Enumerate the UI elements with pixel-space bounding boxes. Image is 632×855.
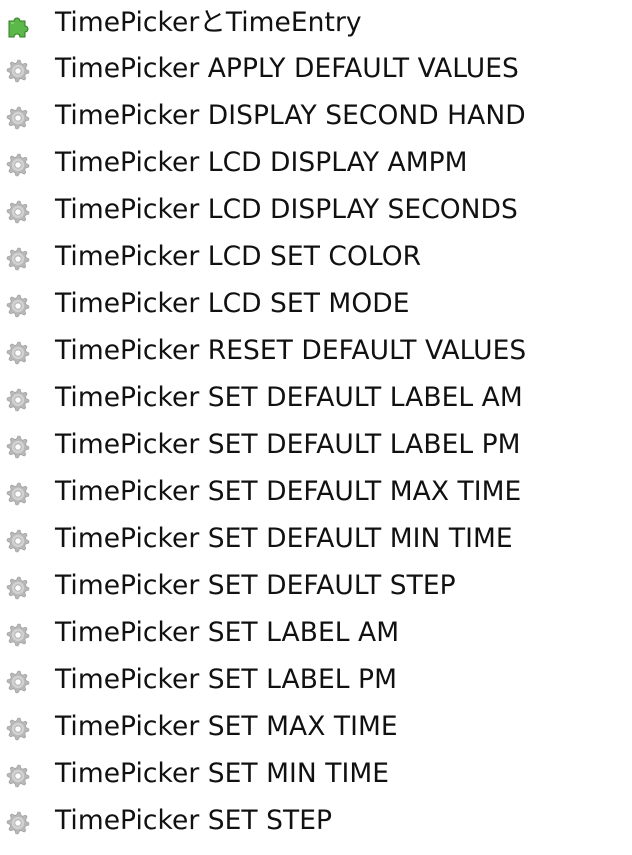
tree-item-command[interactable]: TimePicker SET DEFAULT MIN TIME <box>0 517 632 564</box>
tree-item-label: TimePicker LCD SET MODE <box>55 288 410 320</box>
tree-item-command[interactable]: TimePicker LCD DISPLAY AMPM <box>0 141 632 188</box>
tree-item-command[interactable]: TimePicker LCD SET COLOR <box>0 235 632 282</box>
gear-icon <box>5 763 31 789</box>
tree-item-label: TimePicker LCD DISPLAY AMPM <box>55 147 468 179</box>
puzzle-piece-icon <box>5 12 31 38</box>
gear-icon <box>5 152 31 178</box>
gear-icon <box>5 669 31 695</box>
tree-item-label: TimePicker SET DEFAULT MIN TIME <box>55 523 513 555</box>
gear-icon <box>5 716 31 742</box>
tree-item-label: TimePicker SET DEFAULT STEP <box>55 570 456 602</box>
tree-item-label: TimePicker SET MIN TIME <box>55 758 390 790</box>
tree-item-command[interactable]: TimePicker SET STEP <box>0 799 632 846</box>
tree-item-command[interactable]: TimePicker SET DEFAULT MAX TIME <box>0 470 632 517</box>
tree-item-timepicker-category[interactable]: TimePickerとTimeEntry <box>0 2 632 47</box>
gear-icon <box>5 622 31 648</box>
gear-icon <box>5 387 31 413</box>
gear-icon <box>5 199 31 225</box>
tree-item-command[interactable]: TimePicker SET LABEL PM <box>0 658 632 705</box>
gear-icon <box>5 481 31 507</box>
gear-icon <box>5 575 31 601</box>
tree-item-label: TimePicker APPLY DEFAULT VALUES <box>55 53 519 85</box>
tree-item-command[interactable]: TimePicker LCD DISPLAY SECONDS <box>0 188 632 235</box>
gear-icon <box>5 810 31 836</box>
tree-item-command[interactable]: TimePicker SET DEFAULT LABEL PM <box>0 423 632 470</box>
tree-item-command[interactable]: TimePicker SET MAX TIME <box>0 705 632 752</box>
tree-item-command[interactable]: TimePicker LCD SET MODE <box>0 282 632 329</box>
tree-item-label: TimePicker LCD SET COLOR <box>55 241 422 273</box>
tree-item-label: TimePicker DISPLAY SECOND HAND <box>55 100 526 132</box>
gear-icon <box>5 340 31 366</box>
gear-icon <box>5 58 31 84</box>
tree-item-command[interactable]: TimePicker DISPLAY SECOND HAND <box>0 94 632 141</box>
tree-item-command[interactable]: TimePicker SET MIN TIME <box>0 752 632 799</box>
tree-item-label: TimePicker SET LABEL PM <box>55 664 397 696</box>
command-tree: TimePickerとTimeEntry TimePicker APPLY DE… <box>0 0 632 855</box>
tree-item-command[interactable]: TimePicker SET DEFAULT STEP <box>0 564 632 611</box>
tree-item-command[interactable]: TimePicker APPLY DEFAULT VALUES <box>0 47 632 94</box>
tree-item-label: TimePicker SET DEFAULT MAX TIME <box>55 476 522 508</box>
tree-item-label: TimePicker SET DEFAULT LABEL AM <box>55 382 523 414</box>
tree-item-command[interactable]: TimePicker SET LABEL AM <box>0 611 632 658</box>
tree-item-label: TimePicker RESET DEFAULT VALUES <box>55 335 527 367</box>
tree-item-label: TimePicker LCD DISPLAY SECONDS <box>55 194 518 226</box>
tree-item-label: TimePickerとTimeEntry <box>55 7 362 39</box>
tree-item-command[interactable]: TimePicker SET DEFAULT LABEL AM <box>0 376 632 423</box>
tree-item-label: TimePicker SET LABEL AM <box>55 617 400 649</box>
tree-item-label: TimePicker SET STEP <box>55 805 333 837</box>
tree-item-command[interactable]: TimePicker RESET DEFAULT VALUES <box>0 329 632 376</box>
gear-icon <box>5 528 31 554</box>
gear-icon <box>5 246 31 272</box>
tree-item-label: TimePicker SET MAX TIME <box>55 711 398 743</box>
gear-icon <box>5 105 31 131</box>
gear-icon <box>5 293 31 319</box>
gear-icon <box>5 434 31 460</box>
tree-item-label: TimePicker SET DEFAULT LABEL PM <box>55 429 521 461</box>
